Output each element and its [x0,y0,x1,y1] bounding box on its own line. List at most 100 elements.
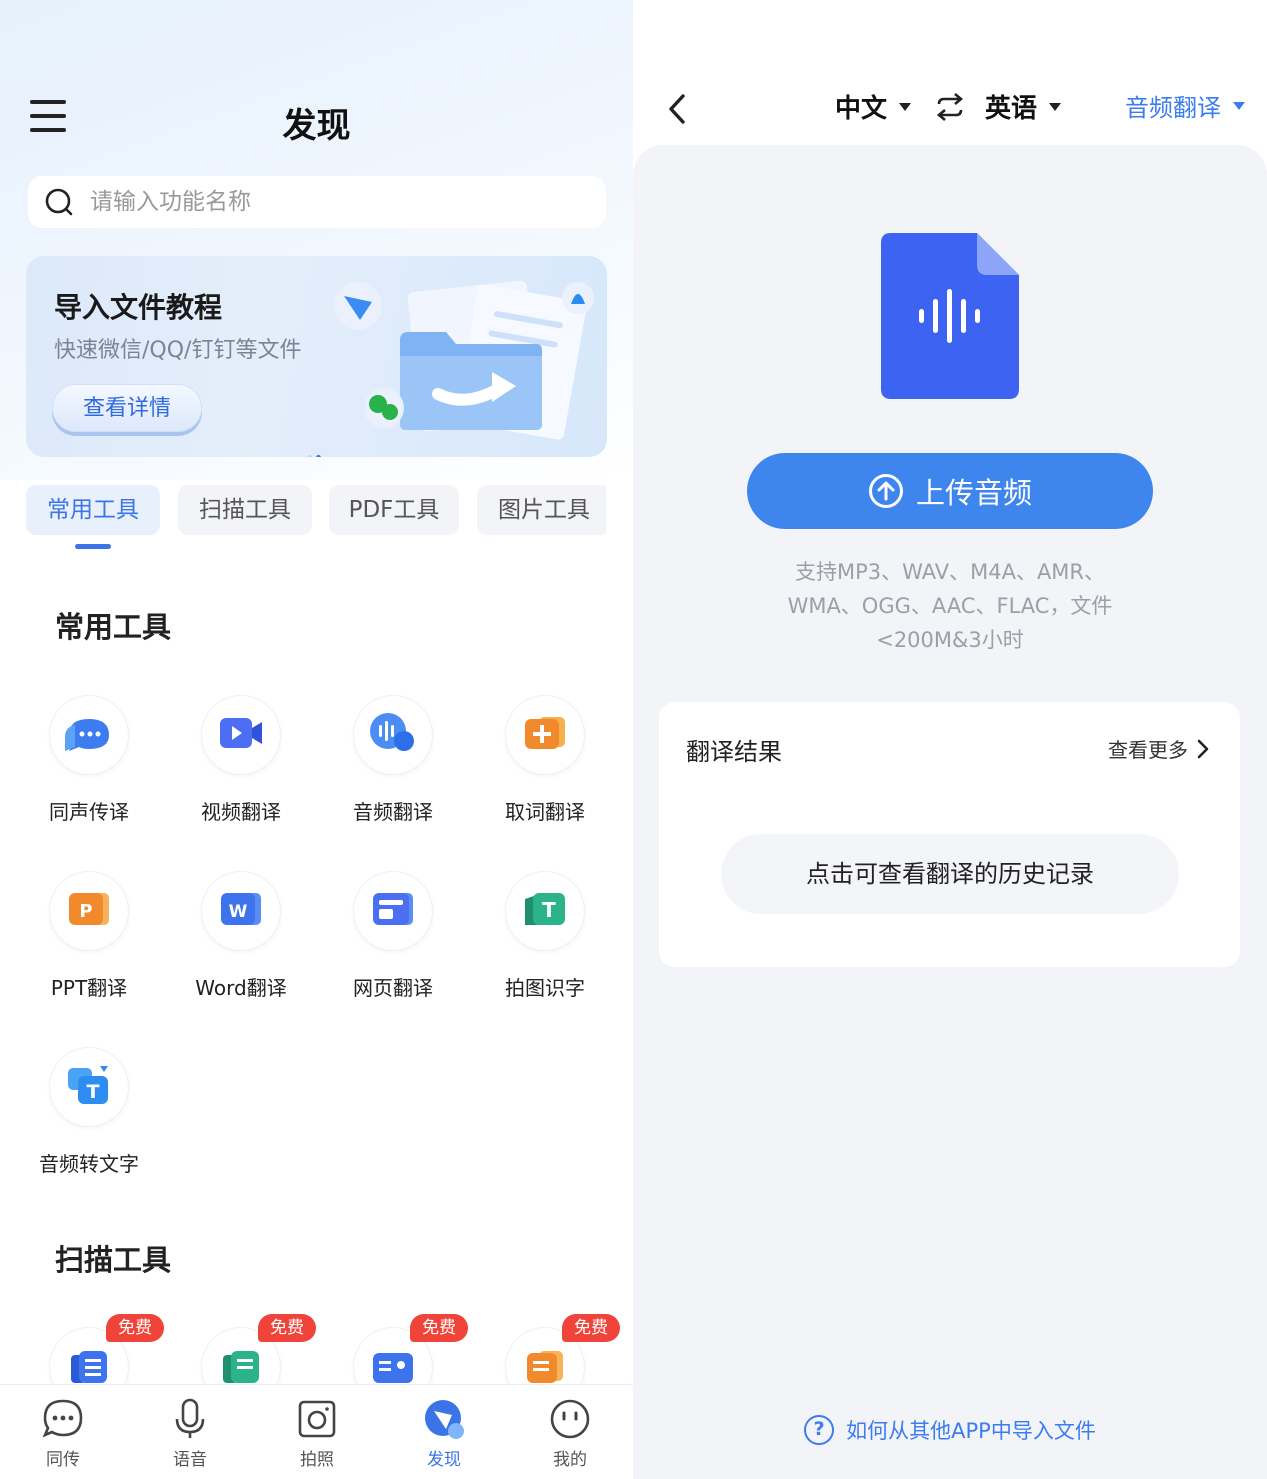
caret-down-icon [899,102,912,111]
source-language-select[interactable]: 中文 [835,88,912,125]
tool-label: 视频翻译 [201,800,281,824]
tool-audio[interactable]: 音频翻译 [317,696,469,825]
nav-mine[interactable]: 我的 [530,1397,610,1470]
search-bar[interactable] [28,176,606,228]
webpage-icon [371,889,415,933]
scan-id-icon [371,1345,415,1389]
banner-subtitle: 快速微信/QQ/钉钉等文件 [54,338,302,363]
ppt-file-icon: P [67,889,111,933]
tool-audio-to-text[interactable]: T 音频转文字 [13,1048,165,1177]
svg-text:W: W [229,902,248,922]
tab-common[interactable]: 常用工具 [26,485,160,535]
nav-camera[interactable]: 拍照 [277,1397,357,1470]
banner-detail-button[interactable]: 查看详情 [52,384,202,432]
audio-text-icon: T [66,1064,112,1110]
import-help-link[interactable]: ? 如何从其他APP中导入文件 [633,1415,1267,1445]
tab-active-indicator [75,544,111,549]
tool-tabs: 常用工具 扫描工具 PDF工具 图片工具 [26,485,606,555]
view-more-label: 查看更多 [1108,738,1188,762]
nav-label: 拍照 [300,1450,334,1470]
svg-text:T: T [87,1081,100,1103]
chevron-right-icon [1197,739,1209,758]
translation-result-card: 翻译结果 查看更多 点击可查看翻译的历史记录 [659,702,1240,967]
nav-interpret[interactable]: 同传 [23,1397,103,1470]
caret-down-icon [1049,102,1062,111]
nav-label: 发现 [427,1450,461,1470]
history-button[interactable]: 点击可查看翻译的历史记录 [721,834,1179,914]
caret-down-icon [1233,102,1245,110]
formats-line: 支持MP3、WAV、M4A、AMR、 [794,560,1106,584]
section-title-scan: 扫描工具 [55,1243,172,1277]
tool-label: 取词翻译 [505,800,585,824]
nav-discover[interactable]: 发现 [404,1397,484,1470]
search-icon [44,187,74,217]
tool-label: PPT翻译 [50,976,128,1000]
tool-label: 网页翻译 [353,976,433,1000]
tool-word[interactable]: W Word翻译 [165,872,317,1001]
banner-pagination [307,445,325,457]
page-title: 发现 [282,106,351,146]
upload-audio-button[interactable]: 上传音频 [747,453,1153,529]
supported-formats-text: 支持MP3、WAV、M4A、AMR、 WMA、OGG、AAC、FLAC，文件 <… [753,555,1147,657]
word-file-icon: W [219,889,263,933]
target-language-select[interactable]: 英语 [985,88,1062,125]
audio-wave-icon [368,711,418,759]
plus-card-icon [523,713,567,757]
view-more-link[interactable]: 查看更多 [1108,734,1210,763]
chat-icon [41,1397,85,1441]
nav-label: 我的 [553,1450,587,1470]
tutorial-banner[interactable]: 导入文件教程 快速微信/QQ/钉钉等文件 查看详情 [26,256,607,457]
mode-select[interactable]: 音频翻译 [1125,88,1245,123]
language-bar: 中文 英语 音频翻译 [633,88,1267,128]
free-badge: 免费 [562,1314,620,1342]
scan-doc-icon [67,1345,111,1389]
question-mark-icon: ? [804,1415,835,1445]
bottom-navigation: 同传 语音 拍照 发现 我的 [0,1384,633,1479]
search-input[interactable] [90,189,570,215]
tool-label: 音频转文字 [39,1152,139,1176]
mode-label: 音频翻译 [1125,94,1221,122]
folder-illustration-icon [334,280,594,440]
tool-label: 同声传译 [49,800,129,824]
upload-arrow-icon [868,474,903,508]
chat-bubble-icon [63,711,115,759]
formats-line: WMA、OGG、AAC、FLAC，文件 [787,594,1113,618]
video-camera-icon [218,716,264,754]
audio-file-icon [881,233,1019,399]
svg-text:T: T [542,898,556,922]
formats-line: <200M&3小时 [876,628,1024,652]
tool-label: 拍图识字 [505,976,585,1000]
tab-image[interactable]: 图片工具 [477,485,606,535]
tool-label: Word翻译 [195,976,287,1000]
tool-ppt[interactable]: P PPT翻译 [13,872,165,1001]
target-language-label: 英语 [985,94,1038,124]
tab-pdf[interactable]: PDF工具 [329,485,459,535]
profile-face-icon [548,1397,592,1441]
camera-icon [295,1397,339,1441]
tool-simultaneous[interactable]: 同声传译 [13,696,165,825]
free-badge: 免费 [410,1314,468,1342]
nav-label: 同传 [46,1450,80,1470]
discover-screen: 发现 导入文件教程 快速微信/QQ/钉钉等文件 查看详情 [0,0,633,1479]
nav-voice[interactable]: 语音 [150,1397,230,1470]
svg-text:P: P [79,901,92,922]
source-language-label: 中文 [835,94,888,124]
result-title: 翻译结果 [686,738,782,766]
audio-translate-screen: 中文 英语 音频翻译 上传音频 支持MP3、WAV、M4A、AMR、 WMA、O… [633,0,1267,1479]
tool-photo-ocr[interactable]: T 拍图识字 [469,872,621,1001]
tool-webpage[interactable]: 网页翻译 [317,872,469,1001]
upload-button-label: 上传音频 [915,476,1032,510]
help-link-label: 如何从其他APP中导入文件 [846,1419,1096,1443]
tab-scan[interactable]: 扫描工具 [178,485,312,535]
text-card-icon: T [521,889,569,933]
section-title-common: 常用工具 [55,610,172,644]
scan-note-icon [523,1345,567,1389]
discover-compass-icon [422,1397,466,1441]
tool-word-pick[interactable]: 取词翻译 [469,696,621,825]
tool-video[interactable]: 视频翻译 [165,696,317,825]
free-badge: 免费 [106,1314,164,1342]
content-panel: 上传音频 支持MP3、WAV、M4A、AMR、 WMA、OGG、AAC、FLAC… [633,145,1267,1479]
tool-label: 音频翻译 [353,800,433,824]
swap-language-icon[interactable] [933,90,967,124]
microphone-icon [168,1397,212,1441]
